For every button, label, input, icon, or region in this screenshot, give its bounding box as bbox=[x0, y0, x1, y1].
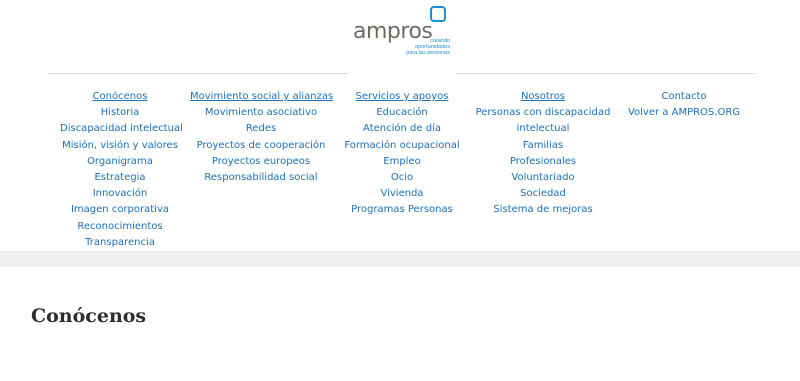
menu-link-mision-vision-valores[interactable]: Misión, visión y valores bbox=[60, 138, 180, 154]
menu-column-movimiento-social: Movimiento social y alianzas Movimiento … bbox=[190, 89, 333, 186]
menu-link-sistema-de-mejoras[interactable]: Sistema de mejoras bbox=[472, 202, 614, 218]
menu-link-reconocimientos[interactable]: Reconocimientos bbox=[60, 219, 180, 235]
menu-link-historia[interactable]: Historia bbox=[60, 105, 180, 121]
menu-link-volver-ampros[interactable]: Volver a AMPROS.ORG bbox=[624, 105, 744, 121]
menu-link-redes[interactable]: Redes bbox=[190, 121, 332, 137]
menu-link-responsabilidad-social[interactable]: Responsabilidad social bbox=[190, 170, 332, 186]
menu-column-conocenos: Conócenos Historia Discapacidad intelect… bbox=[60, 89, 183, 251]
menu-link-familias[interactable]: Familias bbox=[472, 138, 614, 154]
menu-link-sociedad[interactable]: Sociedad bbox=[472, 186, 614, 202]
menu-link-atencion-de-dia[interactable]: Atención de día bbox=[342, 121, 462, 137]
menu-heading-conocenos[interactable]: Conócenos bbox=[60, 89, 180, 105]
menu-link-innovacion[interactable]: Innovación bbox=[60, 186, 180, 202]
logo-square-icon bbox=[430, 6, 446, 22]
menu-link-educacion[interactable]: Educación bbox=[342, 105, 462, 121]
menu-link-movimiento-asociativo[interactable]: Movimiento asociativo bbox=[190, 105, 332, 121]
menu-column-contacto: Contacto Volver a AMPROS.ORG bbox=[624, 89, 744, 121]
menu-link-programas-personas[interactable]: Programas Personas bbox=[342, 202, 462, 218]
menu-link-personas-discapacidad-cont[interactable]: intelectual bbox=[472, 121, 614, 137]
menu-link-estrategia[interactable]: Estrategia bbox=[60, 170, 180, 186]
menu-heading-nosotros[interactable]: Nosotros bbox=[472, 89, 614, 105]
logo-tagline: creando oportunidades para las personas bbox=[400, 38, 450, 56]
menu-link-personas-discapacidad[interactable]: Personas con discapacidad bbox=[472, 105, 614, 121]
menu-link-transparencia[interactable]: Transparencia bbox=[60, 235, 180, 251]
menu-link-imagen-corporativa[interactable]: Imagen corporativa bbox=[60, 202, 180, 218]
menu-link-discapacidad-intelectual[interactable]: Discapacidad intelectual bbox=[60, 121, 183, 137]
menu-link-organigrama[interactable]: Organigrama bbox=[60, 154, 180, 170]
menu-heading-servicios[interactable]: Servicios y apoyos bbox=[342, 89, 462, 105]
header-divider-right bbox=[456, 73, 755, 74]
section-separator-band bbox=[0, 251, 800, 267]
menu-link-profesionales[interactable]: Profesionales bbox=[472, 154, 614, 170]
menu-column-servicios: Servicios y apoyos Educación Atención de… bbox=[342, 89, 462, 219]
menu-heading-movimiento-social[interactable]: Movimiento social y alianzas bbox=[190, 89, 333, 105]
menu-link-empleo[interactable]: Empleo bbox=[342, 154, 462, 170]
page-title: Conócenos bbox=[31, 305, 147, 327]
menu-link-contacto[interactable]: Contacto bbox=[624, 89, 744, 105]
menu-link-voluntariado[interactable]: Voluntariado bbox=[472, 170, 614, 186]
menu-link-vivienda[interactable]: Vivienda bbox=[342, 186, 462, 202]
menu-link-proyectos-europeos[interactable]: Proyectos europeos bbox=[190, 154, 332, 170]
header-divider-left bbox=[48, 73, 348, 74]
menu-link-ocio[interactable]: Ocio bbox=[342, 170, 462, 186]
site-header: ampros creando oportunidades para las pe… bbox=[0, 0, 800, 75]
logo-tagline-line: para las personas bbox=[406, 50, 450, 56]
menu-column-nosotros: Nosotros Personas con discapacidad intel… bbox=[472, 89, 614, 219]
menu-link-proyectos-cooperacion[interactable]: Proyectos de cooperación bbox=[190, 138, 332, 154]
menu-link-formacion-ocupacional[interactable]: Formación ocupacional bbox=[342, 138, 462, 154]
ampros-logo[interactable]: ampros creando oportunidades para las pe… bbox=[353, 6, 453, 60]
